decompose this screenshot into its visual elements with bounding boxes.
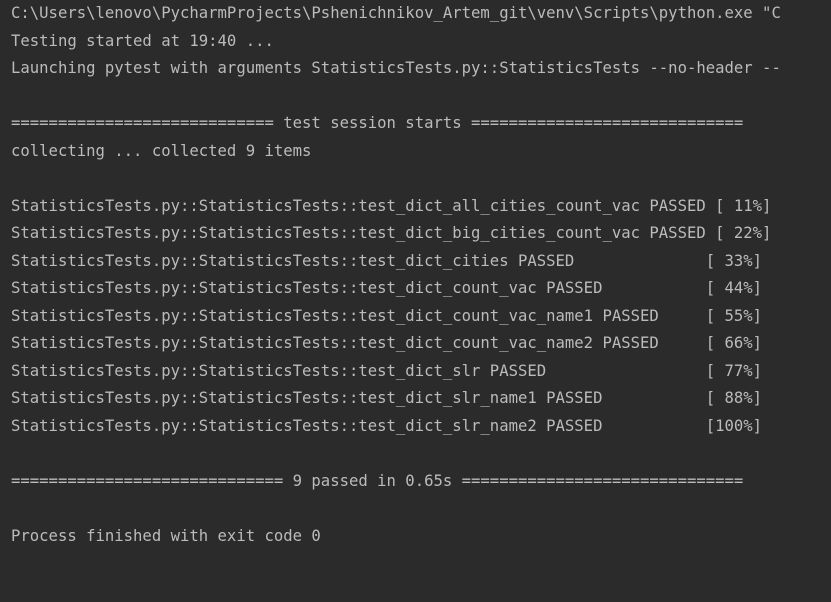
console-line-test-result: StatisticsTests.py::StatisticsTests::tes… [11,361,763,380]
console-line-test-result: StatisticsTests.py::StatisticsTests::tes… [11,251,763,270]
console-line-command: C:\Users\lenovo\PycharmProjects\Pshenich… [11,4,781,22]
console-line-test-result: StatisticsTests.py::StatisticsTests::tes… [11,224,772,242]
run-console-output[interactable]: C:\Users\lenovo\PycharmProjects\Pshenich… [0,0,831,602]
console-line-summary: ============================= 9 passed i… [11,471,744,490]
console-line-session-starts: ============================ test sessio… [11,114,744,132]
console-line-test-result: StatisticsTests.py::StatisticsTests::tes… [11,196,772,215]
console-line-testing-started: Testing started at 19:40 ... [11,31,274,50]
console-line-test-result: StatisticsTests.py::StatisticsTests::tes… [11,389,763,407]
console-line-launching-pytest: Launching pytest with arguments Statisti… [11,59,781,77]
console-line-test-result: StatisticsTests.py::StatisticsTests::tes… [11,334,763,352]
console-line-process-finished: Process finished with exit code 0 [11,526,321,545]
console-line-test-result: StatisticsTests.py::StatisticsTests::tes… [11,306,763,325]
console-line-collected-items: collecting ... collected 9 items [11,141,312,160]
console-line-test-result: StatisticsTests.py::StatisticsTests::tes… [11,416,763,435]
console-line-test-result: StatisticsTests.py::StatisticsTests::tes… [11,279,763,297]
